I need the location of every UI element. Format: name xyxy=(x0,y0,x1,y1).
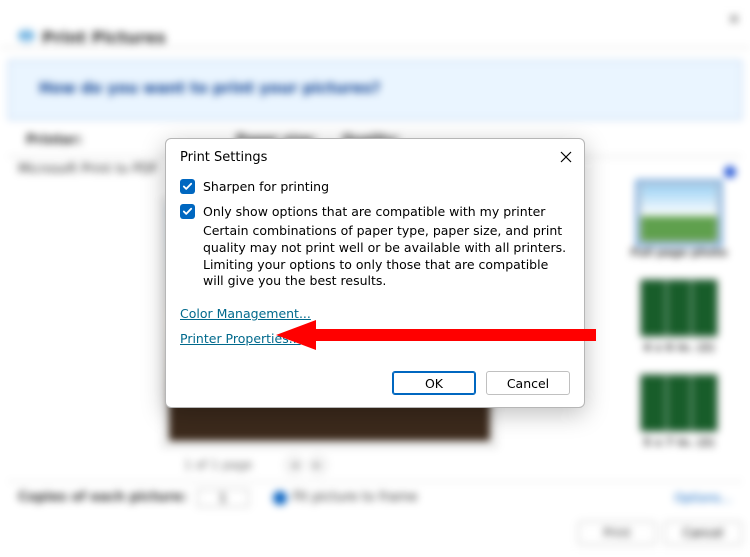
parent-button-bar: Print Cancel xyxy=(8,515,742,551)
help-icon[interactable] xyxy=(724,166,736,178)
sharpen-label: Sharpen for printing xyxy=(203,179,329,196)
layout-thumbnails: Full page photo 4 x 6 in. (2) 5 x 7 in. … xyxy=(624,184,734,449)
layout-5x7[interactable]: 5 x 7 in. (2) xyxy=(624,374,734,449)
sharpen-checkbox[interactable] xyxy=(180,179,195,194)
print-settings-dialog: Print Settings Sharpen for printing Only… xyxy=(165,138,585,408)
thumbnail-image xyxy=(640,279,718,337)
dialog-title: Print Settings xyxy=(180,150,267,165)
copies-stepper[interactable]: 1 xyxy=(197,489,249,507)
page-navigation: ◄ ► xyxy=(285,456,327,474)
print-button[interactable]: Print xyxy=(578,521,656,545)
fit-checkbox[interactable] xyxy=(273,491,287,505)
next-page-button[interactable]: ► xyxy=(309,456,327,474)
fit-label: Fit picture to frame xyxy=(293,490,418,505)
thumbnail-label: Full page photo xyxy=(631,246,728,259)
layout-4x6[interactable]: 4 x 6 in. (2) xyxy=(624,279,734,354)
compatible-checkbox[interactable] xyxy=(180,204,195,219)
checkmark-icon xyxy=(182,206,193,217)
page-indicator: 1 of 1 page xyxy=(184,458,252,472)
layout-full-page[interactable]: Full page photo xyxy=(624,184,734,259)
thumbnail-image xyxy=(640,184,718,242)
printer-name[interactable]: Microsoft Print to PDF xyxy=(18,162,158,177)
copies-label: Copies of each picture: xyxy=(18,490,187,505)
print-icon: 🖶 xyxy=(18,24,35,54)
compatible-option[interactable]: Only show options that are compatible wi… xyxy=(180,204,570,290)
prev-page-button[interactable]: ◄ xyxy=(285,456,303,474)
close-icon xyxy=(560,151,572,163)
parent-titlebar: ✕ 🖶 Print Pictures xyxy=(0,0,750,48)
close-button[interactable] xyxy=(556,147,576,167)
parent-options-bar: Copies of each picture: 1 Fit picture to… xyxy=(8,481,742,513)
compatible-label: Only show options that are compatible wi… xyxy=(203,204,545,219)
dialog-button-bar: OK Cancel xyxy=(166,365,584,407)
banner-text: How do you want to print your pictures? xyxy=(39,79,380,97)
thumbnail-image xyxy=(640,374,718,432)
compatible-description: Certain combinations of paper type, pape… xyxy=(203,223,570,291)
options-link[interactable]: Options... xyxy=(674,491,732,505)
dialog-links: Color Management... Printer Properties..… xyxy=(180,306,570,346)
compatible-text-block: Only show options that are compatible wi… xyxy=(203,204,570,290)
parent-title: Print Pictures xyxy=(42,28,166,47)
color-management-link[interactable]: Color Management... xyxy=(180,306,311,321)
printer-properties-link[interactable]: Printer Properties... xyxy=(180,331,301,346)
ok-button[interactable]: OK xyxy=(392,371,476,395)
sharpen-option[interactable]: Sharpen for printing xyxy=(180,179,570,196)
cancel-button[interactable]: Cancel xyxy=(486,371,570,395)
thumbnail-label: 4 x 6 in. (2) xyxy=(643,341,714,354)
parent-banner: How do you want to print your pictures? xyxy=(8,60,742,120)
parent-close-icon[interactable]: ✕ xyxy=(728,12,740,28)
parent-cancel-button[interactable]: Cancel xyxy=(664,521,742,545)
checkmark-icon xyxy=(182,181,193,192)
dialog-titlebar: Print Settings xyxy=(166,139,584,173)
printer-label: Printer: xyxy=(26,133,82,148)
dialog-body: Sharpen for printing Only show options t… xyxy=(166,173,584,365)
thumbnail-label: 5 x 7 in. (2) xyxy=(643,436,714,449)
